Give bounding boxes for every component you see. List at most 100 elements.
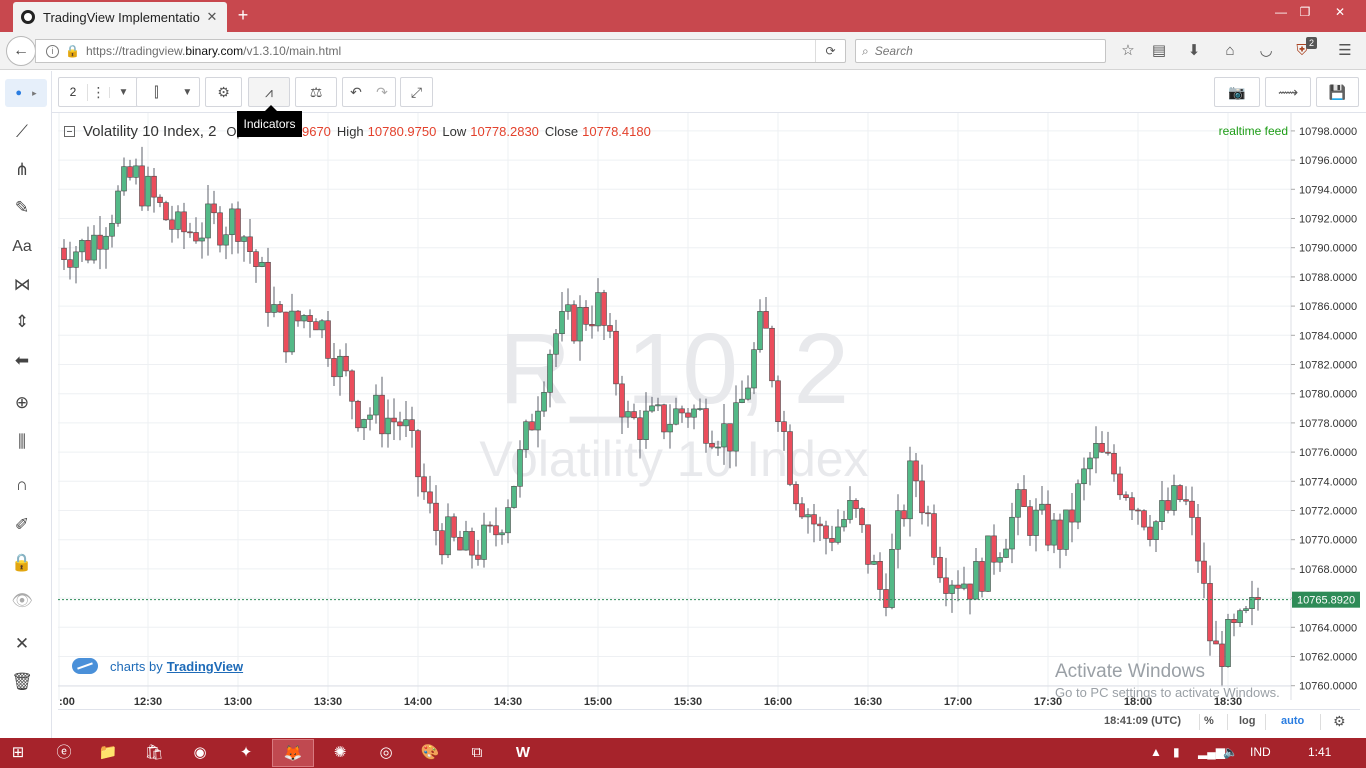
legend-close-value: 10778.4180 [582,124,651,139]
candle-down [883,589,889,608]
file-explorer-icon[interactable]: 📁 [90,739,126,767]
info-icon[interactable]: i [46,44,59,58]
expand-arrow-icon[interactable]: ▸ [32,88,37,99]
avast-icon[interactable]: ✺ [322,739,358,767]
bookmark-star-icon[interactable]: ☆ [1117,41,1139,63]
restore-icon[interactable]: ❐ [1291,2,1319,22]
trash-icon[interactable]: 🗑 [8,668,36,696]
save-icon: 💾 [1328,83,1347,100]
lock-drawings-icon[interactable]: 🔒 [8,549,36,577]
indicators-icon: ⩘ [265,83,273,100]
gear-icon[interactable]: ⚙ [1333,713,1346,730]
tray-up-icon[interactable]: ▲ [1150,745,1162,759]
magnet-icon[interactable]: ∩ [8,471,36,499]
auto-scale-button[interactable]: auto [1281,715,1304,727]
media-player-icon[interactable]: ◉ [182,739,218,767]
chrome-icon[interactable]: ◎ [368,739,404,767]
tradingview-branding[interactable]: charts by TradingView [72,658,243,674]
interval-selector[interactable]: 2 ⋮ ▼ [58,77,138,107]
time-tick-label: :00 [59,696,75,708]
percent-scale-button[interactable]: % [1204,715,1214,727]
candle-down [967,583,973,600]
candle-up [949,584,955,594]
candle-up [733,402,739,452]
redo-icon[interactable]: ↷ [376,84,388,101]
menu-icon[interactable]: ☰ [1334,41,1356,63]
text-tool-icon[interactable]: Aa [8,233,36,261]
legend-high-value: 10780.9750 [367,124,437,139]
zoom-icon[interactable]: ⊕ [8,389,36,417]
pitchfork-icon[interactable]: ⋔ [8,156,36,184]
price-tick-label: 10790.0000 [1299,243,1357,255]
browser-tab[interactable]: TradingView Implementatio ✕ [13,2,227,32]
reload-icon[interactable]: ⟳ [815,40,845,62]
tools-icon[interactable]: ✕ [8,630,36,658]
paint-icon[interactable]: 🎨 [412,739,448,767]
candle-down [793,484,799,505]
signal-icon[interactable]: ▂▄▆ [1198,745,1225,759]
battery-icon[interactable]: ▮ [1173,745,1180,759]
volume-icon[interactable]: 🔈 [1223,745,1238,759]
reading-list-icon[interactable]: ▤ [1148,41,1170,63]
compare-button[interactable]: ⚖ [295,77,337,107]
trend-line-icon[interactable]: ⟋ [8,118,36,146]
branding-link[interactable]: TradingView [167,659,243,674]
window-close-icon[interactable]: ✕ [1325,2,1355,22]
chart-type-selector[interactable]: ⫿ ▼ [136,77,200,107]
chart-area[interactable]: R_10, 2 Volatility 10 Index 10798.0000 1079… [58,113,1360,734]
indicators-button[interactable]: ⩘ [248,77,290,107]
url-bar[interactable]: i 🔒 https://tradingview.binary.com/v1.3.… [35,39,846,63]
chart-properties-button[interactable]: ⟿ [1265,77,1311,107]
pencil-lock-icon[interactable]: ✐ [8,511,36,539]
candle-up [1225,619,1231,667]
capture-icon[interactable]: ⧉ [459,739,495,767]
candle-down [415,430,421,478]
ie-icon[interactable]: ⓔ [46,739,82,767]
chart-toolbar: 2 ⋮ ▼ ⫿ ▼ ⚙ ⩘ ⚖ ↶ ↷ ⤢ 📷 ⟿ 💾 [52,71,1366,113]
legend-symbol[interactable]: Volatility 10 Index, 2 [83,123,216,140]
windows-start-icon[interactable]: ⊞ [0,739,36,767]
word-icon[interactable]: W [505,739,541,767]
log-scale-button[interactable]: log [1239,715,1256,727]
brush-icon[interactable]: ✎ [8,194,36,222]
more-options-icon[interactable]: ⋮ [87,83,109,101]
snapshot-button[interactable]: 📷 [1214,77,1260,107]
language-indicator[interactable]: IND [1250,745,1271,759]
last-price-label: 10765.8920 [1297,595,1355,607]
search-bar[interactable]: ⌕ Search [855,39,1106,63]
undo-icon[interactable]: ↶ [350,84,362,101]
home-icon[interactable]: ⌂ [1219,41,1241,63]
save-layout-button[interactable]: 💾 [1316,77,1359,107]
candle-up [757,311,763,350]
back-button[interactable]: ← [6,36,36,66]
time-tick-label: 16:30 [854,696,882,708]
app-icon[interactable]: ✦ [228,739,264,767]
firefox-icon[interactable]: 🦊 [272,739,314,767]
chart-line-icon: ⟿ [1277,83,1299,100]
tradingview-cloud-icon [72,658,98,674]
arrow-icon[interactable]: ⬅ [8,347,36,375]
cursor-tool[interactable]: ● ▸ [5,79,47,107]
download-icon[interactable]: ⬇ [1183,41,1205,63]
price-chart[interactable]: R_10, 2Volatility 10 Index10798.00001079… [58,113,1360,734]
store-icon[interactable]: 🛍 [136,739,172,767]
settings-button[interactable]: ⚙ [205,77,242,107]
candle-up [145,175,151,207]
tab-close-icon[interactable]: ✕ [205,9,219,25]
chevron-down-icon[interactable]: ▼ [176,87,199,98]
taskbar-clock[interactable]: 1:41 [1308,745,1331,759]
candle-down [787,431,793,485]
candle-down [1135,509,1141,512]
pattern-icon[interactable]: ⋈ [8,271,36,299]
hide-drawings-icon[interactable]: 👁 [8,587,36,615]
fullscreen-button[interactable]: ⤢ [400,77,433,107]
chevron-down-icon[interactable]: ▼ [109,86,137,98]
bars-pattern-icon[interactable]: ⫼ [8,428,36,456]
pocket-icon[interactable]: ◡ [1255,41,1277,63]
measure-icon[interactable]: ⇕ [8,308,36,336]
collapse-legend-icon[interactable] [64,126,75,137]
candle-up [751,349,757,389]
arrow-left-icon: ← [13,42,29,59]
new-tab-button[interactable]: + [232,4,254,26]
candle-up [1081,468,1087,485]
